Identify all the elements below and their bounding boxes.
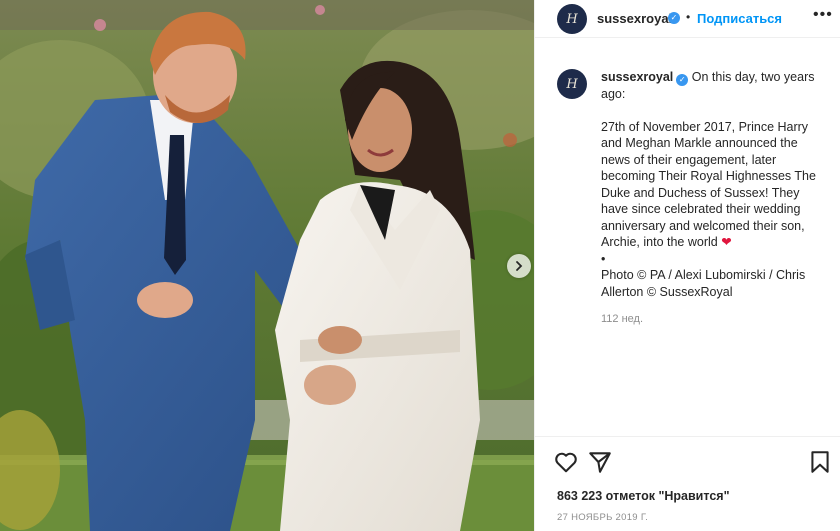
caption-bullet: • [601, 251, 606, 266]
post-date: 27 НОЯБРЬ 2019 Г. [557, 512, 649, 523]
caption-body: 27th of November 2017, Prince Harry and … [601, 119, 816, 250]
paper-plane-icon[interactable] [587, 449, 613, 475]
caption-avatar[interactable]: H [557, 69, 587, 99]
avatar-monogram: H [566, 76, 578, 92]
next-photo-button[interactable] [507, 254, 531, 278]
red-heart-emoji: ❤ [721, 235, 732, 249]
post-caption: sussexroyal ✓ On this day, two years ago:… [601, 69, 823, 300]
post-header: H sussexroyal ✓ • Подписаться ••• [535, 0, 840, 38]
avatar[interactable]: H [557, 4, 587, 34]
likes-count[interactable]: 863 223 отметок "Нравится" [557, 489, 730, 503]
bookmark-outline-icon[interactable] [807, 449, 833, 475]
header-username[interactable]: sussexroyal [597, 11, 672, 26]
caption-credits: Photo © PA / Alexi Lubomirski / Chris Al… [601, 268, 806, 299]
chevron-right-icon [516, 261, 523, 271]
couple-photo-image [0, 0, 534, 531]
comments-area: H sussexroyal ✓ On this day, two years ag… [535, 39, 840, 434]
caption-username[interactable]: sussexroyal [601, 70, 673, 84]
more-options-icon[interactable]: ••• [813, 6, 833, 24]
verified-badge-icon: ✓ [676, 74, 689, 86]
caption-time-ago: 112 нед. [601, 313, 644, 325]
post-actions: 863 223 отметок "Нравится" 27 НОЯБРЬ 201… [535, 436, 840, 531]
follow-button[interactable]: Подписаться [697, 11, 782, 26]
heart-outline-icon[interactable] [553, 449, 579, 475]
avatar-monogram: H [566, 11, 578, 27]
verified-badge-icon: ✓ [668, 12, 680, 24]
header-separator: • [686, 10, 691, 24]
post-sidebar: H sussexroyal ✓ • Подписаться ••• H suss… [534, 0, 840, 531]
post-photo[interactable] [0, 0, 534, 531]
instagram-post: H sussexroyal ✓ • Подписаться ••• H suss… [0, 0, 840, 531]
